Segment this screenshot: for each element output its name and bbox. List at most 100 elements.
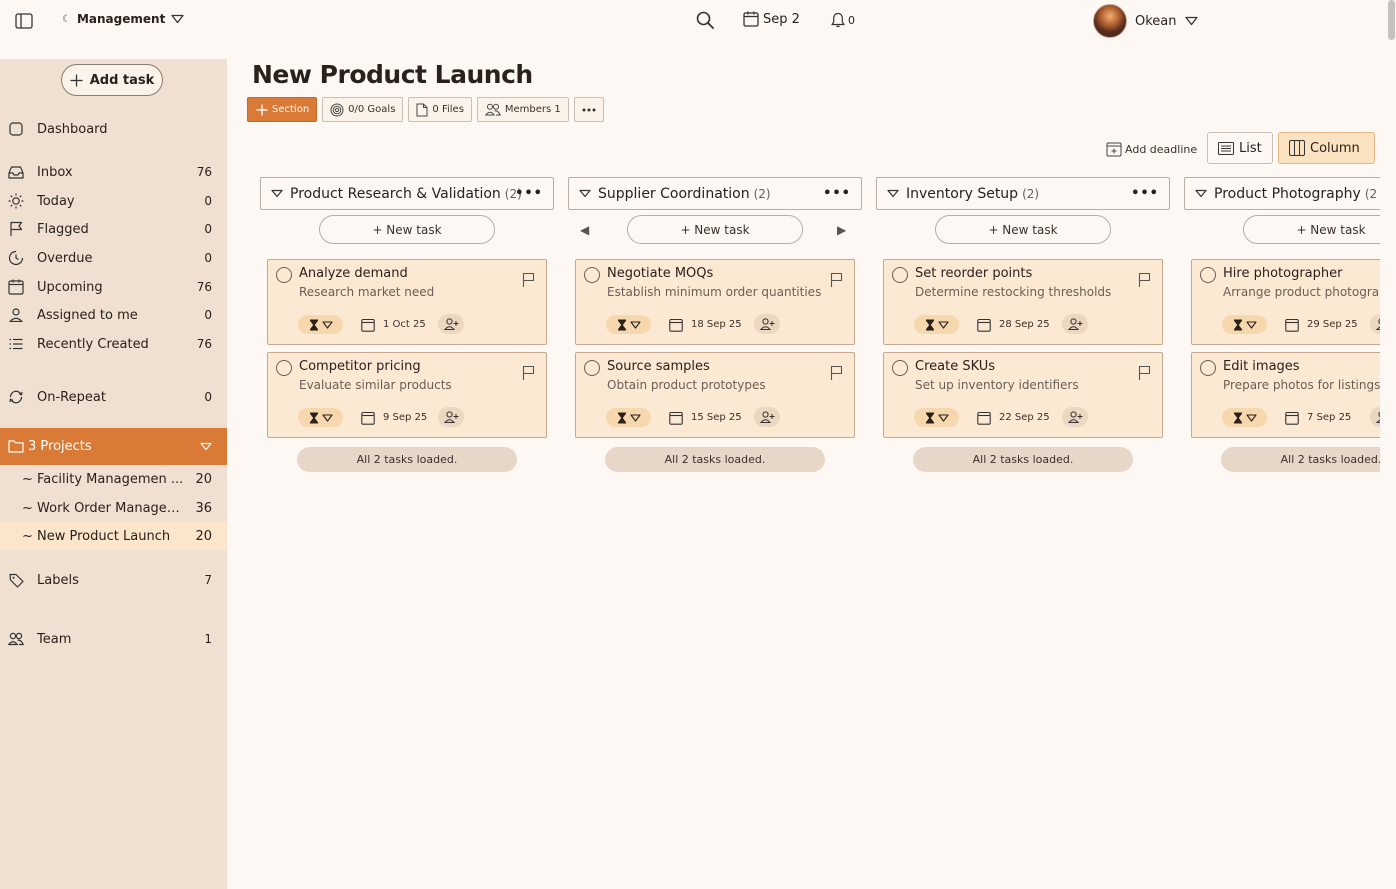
add-task-button[interactable]: Add task bbox=[61, 64, 163, 96]
priority-selector[interactable] bbox=[298, 408, 343, 427]
sidebar-project-item-active[interactable]: ~ New Product Launch 20 bbox=[0, 522, 227, 550]
task-checkbox[interactable] bbox=[584, 360, 600, 376]
collapse-caret-icon[interactable] bbox=[1195, 189, 1207, 198]
sidebar-item-on-repeat[interactable]: On-Repeat 0 bbox=[0, 383, 227, 411]
repeat-icon bbox=[8, 389, 24, 405]
sidebar-item-dashboard[interactable]: Dashboard bbox=[0, 115, 227, 143]
flag-icon[interactable] bbox=[1138, 272, 1151, 288]
column-header[interactable]: Product Photography (2 bbox=[1184, 177, 1380, 210]
sidebar-project-item[interactable]: ~ Work Order Managem ... 36 bbox=[0, 494, 227, 522]
task-card[interactable]: Source samples Obtain product prototypes… bbox=[575, 352, 855, 438]
due-date[interactable]: 18 Sep 25 bbox=[669, 315, 742, 334]
task-card[interactable]: Edit images Prepare photos for listings … bbox=[1191, 352, 1380, 438]
sidebar-item-inbox[interactable]: Inbox 76 bbox=[0, 158, 227, 186]
collapse-caret-icon[interactable] bbox=[271, 189, 283, 198]
priority-selector[interactable] bbox=[1222, 315, 1267, 334]
assign-user-icon[interactable] bbox=[754, 407, 780, 427]
task-card[interactable]: Negotiate MOQs Establish minimum order q… bbox=[575, 259, 855, 345]
task-checkbox[interactable] bbox=[276, 360, 292, 376]
sidebar-toggle-icon[interactable] bbox=[15, 13, 33, 29]
sidebar-item-team[interactable]: Team 1 bbox=[0, 625, 227, 653]
task-title: Hire photographer bbox=[1223, 266, 1343, 281]
task-checkbox[interactable] bbox=[584, 267, 600, 283]
due-date[interactable]: 22 Sep 25 bbox=[977, 408, 1050, 427]
projects-header[interactable]: 3 Projects bbox=[0, 428, 227, 465]
files-button[interactable]: 0 Files bbox=[408, 97, 472, 122]
column-header[interactable]: Supplier Coordination (2) ••• bbox=[568, 177, 862, 210]
task-card[interactable]: Hire photographer Arrange product photog… bbox=[1191, 259, 1380, 345]
new-task-button[interactable]: + New task bbox=[935, 215, 1111, 244]
flag-icon[interactable] bbox=[830, 365, 843, 381]
sidebar-item-flagged[interactable]: Flagged 0 bbox=[0, 215, 227, 243]
add-section-button[interactable]: Section bbox=[247, 97, 318, 122]
new-task-button[interactable]: + New task bbox=[319, 215, 495, 244]
assign-user-icon[interactable] bbox=[1370, 407, 1380, 427]
more-options-button[interactable] bbox=[573, 97, 604, 122]
priority-selector[interactable] bbox=[1222, 408, 1267, 427]
assign-user-icon[interactable] bbox=[754, 314, 780, 334]
assign-user-icon[interactable] bbox=[438, 407, 464, 427]
column-menu-icon[interactable]: ••• bbox=[1131, 186, 1159, 201]
task-checkbox[interactable] bbox=[892, 267, 908, 283]
assign-user-icon[interactable] bbox=[1370, 314, 1380, 334]
priority-selector[interactable] bbox=[914, 408, 959, 427]
priority-selector[interactable] bbox=[606, 315, 651, 334]
due-date[interactable]: 9 Sep 25 bbox=[361, 408, 427, 427]
column-view-button[interactable]: Column bbox=[1278, 132, 1375, 164]
due-date[interactable]: 28 Sep 25 bbox=[977, 315, 1050, 334]
assign-user-icon[interactable] bbox=[1062, 314, 1088, 334]
task-card[interactable]: Set reorder points Determine restocking … bbox=[883, 259, 1163, 345]
members-button[interactable]: Members 1 bbox=[476, 97, 569, 122]
calendar-icon bbox=[669, 318, 683, 332]
sidebar-item-today[interactable]: Today 0 bbox=[0, 187, 227, 215]
due-date[interactable]: 15 Sep 25 bbox=[669, 408, 742, 427]
due-date[interactable]: 29 Sep 25 bbox=[1285, 315, 1358, 334]
task-card[interactable]: Create SKUs Set up inventory identifiers… bbox=[883, 352, 1163, 438]
task-checkbox[interactable] bbox=[1200, 360, 1216, 376]
column-menu-icon[interactable]: ••• bbox=[823, 186, 851, 201]
sidebar-item-assigned-to-me[interactable]: Assigned to me 0 bbox=[0, 301, 227, 329]
priority-selector[interactable] bbox=[606, 408, 651, 427]
notifications-button[interactable]: 0 bbox=[831, 12, 855, 28]
sidebar-item-overdue[interactable]: Overdue 0 bbox=[0, 244, 227, 272]
date-button[interactable]: Sep 2 bbox=[743, 11, 800, 27]
user-menu[interactable]: Okean bbox=[1093, 4, 1198, 38]
column-header[interactable]: Inventory Setup (2) ••• bbox=[876, 177, 1170, 210]
column-menu-icon[interactable]: ••• bbox=[515, 186, 543, 201]
scrollbar-thumb[interactable] bbox=[1388, 0, 1395, 40]
column-header[interactable]: Product Research & Validation (2) ••• bbox=[260, 177, 554, 210]
page-scrollbar[interactable] bbox=[1387, 0, 1396, 889]
files-label: 0 Files bbox=[432, 104, 464, 115]
scroll-left-icon[interactable]: ◀ bbox=[580, 223, 589, 237]
flag-icon[interactable] bbox=[522, 272, 535, 288]
priority-selector[interactable] bbox=[298, 315, 343, 334]
sidebar-item-labels[interactable]: Labels 7 bbox=[0, 566, 227, 594]
workspace-switcher[interactable]: ☾ Management bbox=[62, 12, 184, 26]
hourglass-icon bbox=[617, 319, 627, 331]
sidebar-item-recently-created[interactable]: Recently Created 76 bbox=[0, 330, 227, 358]
list-view-button[interactable]: List bbox=[1207, 132, 1273, 164]
task-card[interactable]: Competitor pricing Evaluate similar prod… bbox=[267, 352, 547, 438]
assign-user-icon[interactable] bbox=[438, 314, 464, 334]
new-task-button[interactable]: + New task bbox=[1243, 215, 1380, 244]
search-icon[interactable] bbox=[696, 11, 714, 29]
flag-icon[interactable] bbox=[830, 272, 843, 288]
due-date[interactable]: 1 Oct 25 bbox=[361, 315, 426, 334]
priority-selector[interactable] bbox=[914, 315, 959, 334]
task-checkbox[interactable] bbox=[276, 267, 292, 283]
sidebar-project-item[interactable]: ~ Facility Managemen ... 20 bbox=[0, 465, 227, 493]
collapse-caret-icon[interactable] bbox=[887, 189, 899, 198]
add-deadline-button[interactable]: Add deadline bbox=[1106, 141, 1197, 157]
collapse-caret-icon[interactable] bbox=[579, 189, 591, 198]
assign-user-icon[interactable] bbox=[1062, 407, 1088, 427]
new-task-button[interactable]: + New task bbox=[627, 215, 803, 244]
flag-icon[interactable] bbox=[522, 365, 535, 381]
goals-button[interactable]: 0/0 Goals bbox=[322, 97, 404, 122]
due-date[interactable]: 7 Sep 25 bbox=[1285, 408, 1351, 427]
task-card[interactable]: Analyze demand Research market need 1 Oc… bbox=[267, 259, 547, 345]
task-checkbox[interactable] bbox=[892, 360, 908, 376]
task-checkbox[interactable] bbox=[1200, 267, 1216, 283]
sidebar-item-upcoming[interactable]: Upcoming 76 bbox=[0, 273, 227, 301]
scroll-right-icon[interactable]: ▶ bbox=[837, 223, 846, 237]
flag-icon[interactable] bbox=[1138, 365, 1151, 381]
